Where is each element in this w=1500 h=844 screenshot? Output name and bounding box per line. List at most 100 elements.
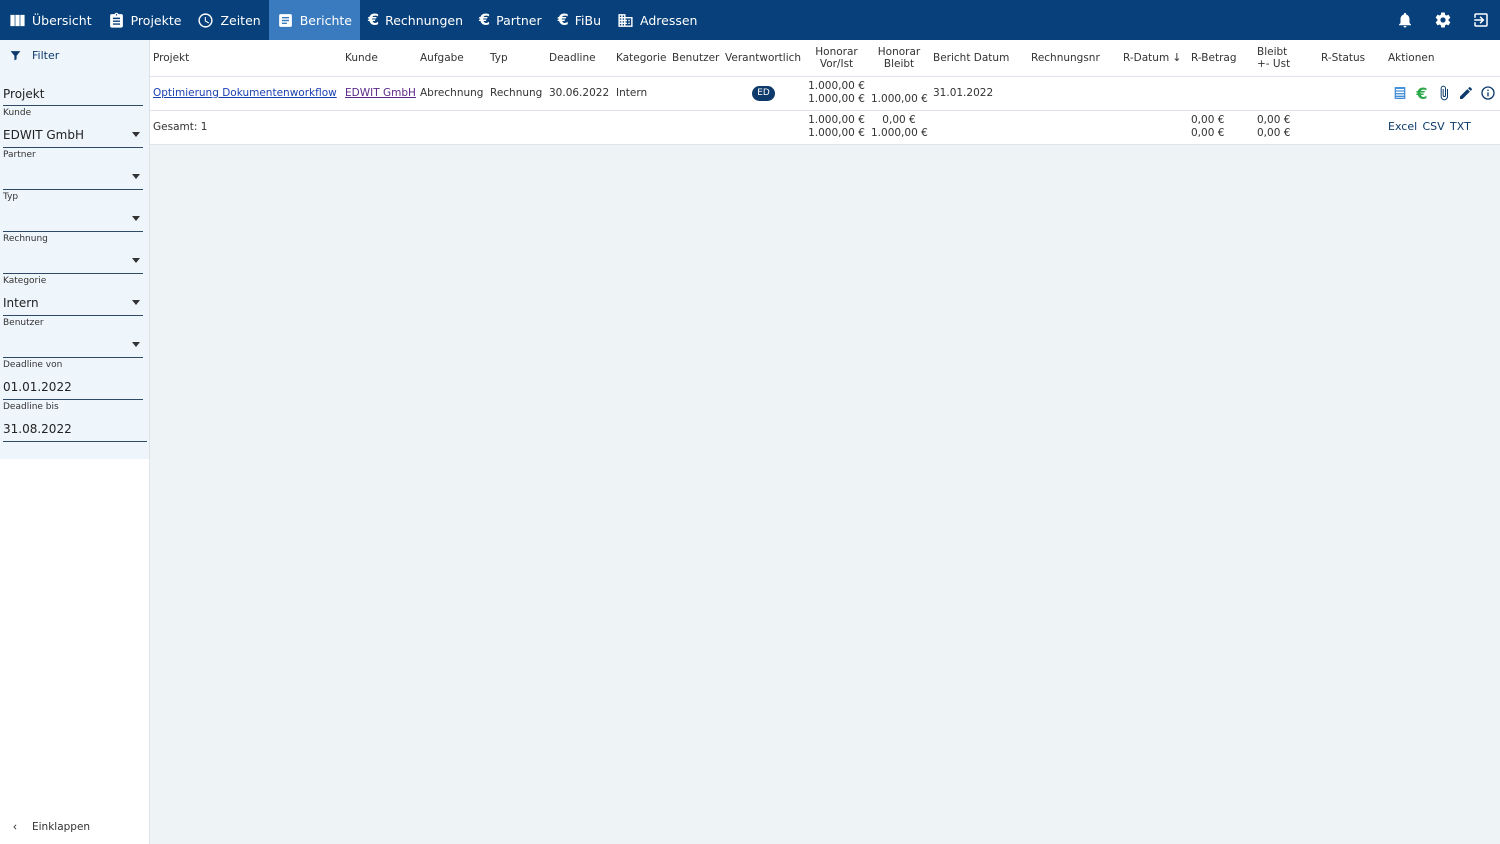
partner-label: Partner bbox=[3, 150, 36, 160]
info-button[interactable] bbox=[1479, 84, 1497, 102]
projekt-placeholder: Projekt bbox=[3, 87, 45, 101]
deadline-bis-input[interactable]: Deadline bis 31.08.2022 bbox=[3, 400, 147, 442]
header-line: Bleibt bbox=[1257, 45, 1288, 58]
col-honorar-bleibt[interactable]: Honorar Bleibt bbox=[868, 40, 930, 77]
filter-sidebar: Filter Projekt Kunde EDWIT GmbH Partner … bbox=[0, 40, 150, 844]
responsible-badge: ED bbox=[752, 85, 775, 101]
cell-bleibt-ust bbox=[1254, 76, 1318, 111]
logout-icon bbox=[1474, 13, 1488, 27]
total-label: Gesamt: 1 bbox=[150, 110, 342, 145]
nav-label: Partner bbox=[496, 12, 542, 28]
col-rechnungsnr[interactable]: Rechnungsnr bbox=[1028, 40, 1120, 77]
dropdown-arrow-icon bbox=[132, 174, 140, 179]
euro-icon: € bbox=[367, 10, 380, 29]
edit-button[interactable] bbox=[1457, 84, 1475, 102]
total-bleibt-ust: 0,00 € 0,00 € bbox=[1254, 110, 1318, 145]
deadline-von-value: 01.01.2022 bbox=[3, 380, 72, 394]
export-txt-button[interactable]: TXT bbox=[1450, 120, 1471, 133]
col-deadline[interactable]: Deadline bbox=[546, 40, 613, 77]
kunde-select[interactable]: Kunde EDWIT GmbH bbox=[3, 106, 143, 148]
nav-zeiten[interactable]: Zeiten bbox=[189, 0, 268, 40]
col-r-betrag[interactable]: R-Betrag bbox=[1188, 40, 1254, 77]
kategorie-value: Intern bbox=[3, 296, 39, 310]
col-bleibt-ust[interactable]: Bleibt +- Ust bbox=[1254, 40, 1318, 77]
honorar-vor: 1.000,00 € bbox=[808, 80, 865, 92]
nav-label: Projekte bbox=[130, 12, 182, 28]
benutzer-select[interactable]: Benutzer bbox=[3, 316, 143, 358]
filter-header[interactable]: Filter bbox=[3, 40, 142, 70]
nav-projekte[interactable]: Projekte bbox=[100, 0, 190, 40]
cell-empty bbox=[487, 110, 546, 145]
cell-r-status bbox=[1318, 76, 1385, 111]
filter-panel: Filter Projekt Kunde EDWIT GmbH Partner … bbox=[0, 40, 149, 459]
cell-empty bbox=[722, 110, 805, 145]
col-r-status[interactable]: R-Status bbox=[1318, 40, 1385, 77]
typ-label: Typ bbox=[3, 192, 19, 202]
col-kunde[interactable]: Kunde bbox=[342, 40, 417, 77]
nav-fibu[interactable]: € FiBu bbox=[550, 0, 609, 40]
attachment-button[interactable] bbox=[1435, 84, 1453, 102]
notifications-button[interactable] bbox=[1386, 0, 1424, 40]
report-button[interactable] bbox=[1391, 84, 1409, 102]
table-header-row: Projekt Kunde Aufgabe Typ Deadline Kateg… bbox=[150, 40, 1500, 77]
table-row[interactable]: Optimierung Dokumentenworkflow EDWIT Gmb… bbox=[150, 76, 1500, 111]
total-r-betrag-1: 0,00 € bbox=[1191, 114, 1225, 126]
col-kategorie[interactable]: Kategorie bbox=[613, 40, 669, 77]
euro-icon: € bbox=[1416, 83, 1428, 103]
nav-label: Berichte bbox=[299, 12, 352, 28]
nav-berichte[interactable]: Berichte bbox=[268, 0, 360, 40]
nav-label: Rechnungen bbox=[385, 12, 464, 28]
col-typ[interactable]: Typ bbox=[487, 40, 546, 77]
col-verantwortlich[interactable]: Verantwortlich bbox=[722, 40, 805, 77]
export-excel-button[interactable]: Excel bbox=[1388, 120, 1417, 133]
euro-icon: € bbox=[557, 10, 569, 29]
nav-right-icons bbox=[1386, 0, 1500, 40]
cell-verantwortlich: ED bbox=[722, 76, 805, 111]
cell-projekt: Optimierung Dokumentenworkflow bbox=[150, 76, 342, 111]
cell-r-datum bbox=[1120, 76, 1188, 111]
total-r-betrag-2: 0,00 € bbox=[1191, 127, 1225, 139]
logout-button[interactable] bbox=[1462, 0, 1500, 40]
col-aufgabe[interactable]: Aufgabe bbox=[417, 40, 487, 77]
nav-rechnungen[interactable]: € Rechnungen bbox=[360, 0, 471, 40]
cell-benutzer bbox=[669, 76, 722, 111]
cell-empty bbox=[417, 110, 487, 145]
invoice-button[interactable]: € bbox=[1413, 84, 1431, 102]
col-projekt[interactable]: Projekt bbox=[150, 40, 342, 77]
project-link[interactable]: Optimierung Dokumentenworkflow bbox=[153, 87, 337, 99]
cell-rechnungsnr bbox=[1028, 76, 1120, 111]
col-honorar-vorist[interactable]: Honorar Vor/Ist bbox=[805, 40, 868, 77]
nav-partner[interactable]: € Partner bbox=[471, 0, 550, 40]
export-csv-button[interactable]: CSV bbox=[1422, 120, 1444, 133]
deadline-von-input[interactable]: Deadline von 01.01.2022 bbox=[3, 358, 143, 400]
nav-label: FiBu bbox=[574, 12, 602, 28]
cell-empty bbox=[613, 110, 669, 145]
deadline-von-label: Deadline von bbox=[3, 360, 63, 370]
header-line: Honorar bbox=[815, 45, 858, 58]
partner-select[interactable]: Partner bbox=[3, 148, 143, 190]
collapse-sidebar-button[interactable]: Einklappen bbox=[0, 810, 149, 844]
typ-select[interactable]: Typ bbox=[3, 190, 143, 232]
col-bericht-datum[interactable]: Bericht Datum bbox=[930, 40, 1028, 77]
nav-uebersicht[interactable]: Übersicht bbox=[0, 0, 100, 40]
gear-icon bbox=[1435, 12, 1451, 28]
cell-empty bbox=[1318, 110, 1385, 145]
report-table-area: Projekt Kunde Aufgabe Typ Deadline Kateg… bbox=[150, 40, 1500, 145]
dropdown-arrow-icon bbox=[132, 216, 140, 221]
col-benutzer[interactable]: Benutzer bbox=[669, 40, 722, 77]
cell-aufgabe: Abrechnung bbox=[417, 76, 487, 111]
projekt-input[interactable]: Projekt bbox=[3, 70, 143, 106]
col-r-datum[interactable]: R-Datum ↓ bbox=[1120, 40, 1188, 77]
rechnung-select[interactable]: Rechnung bbox=[3, 232, 143, 274]
settings-button[interactable] bbox=[1424, 0, 1462, 40]
cell-empty bbox=[1120, 110, 1188, 145]
kategorie-select[interactable]: Kategorie Intern bbox=[3, 274, 143, 316]
row-actions: € bbox=[1388, 84, 1497, 102]
collapse-label: Einklappen bbox=[32, 821, 91, 833]
total-bleibt-ust-2: 0,00 € bbox=[1257, 127, 1291, 139]
cell-empty bbox=[930, 110, 1028, 145]
nav-adressen[interactable]: Adressen bbox=[609, 0, 705, 40]
customer-link[interactable]: EDWIT GmbH bbox=[345, 87, 416, 99]
kategorie-label: Kategorie bbox=[3, 276, 47, 286]
kunde-label: Kunde bbox=[3, 108, 32, 118]
